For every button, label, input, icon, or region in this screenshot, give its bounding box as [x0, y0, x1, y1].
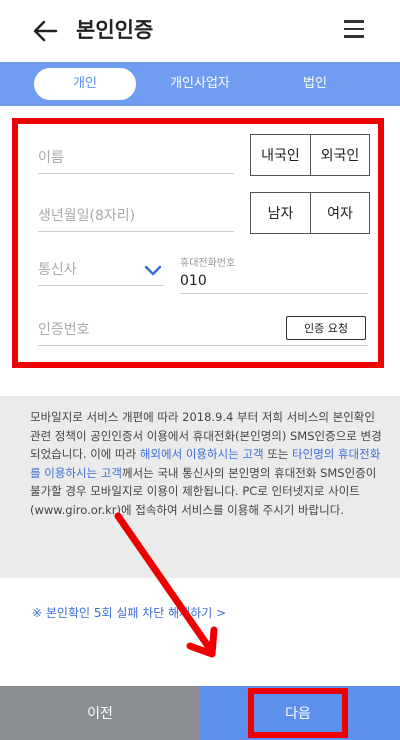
phone-field[interactable]: 휴대전화번호 010 — [180, 258, 368, 294]
tab-personal[interactable]: 개인 — [34, 68, 136, 100]
annotation-arrow — [114, 512, 218, 658]
bottom-bar: 이전 다음 — [0, 686, 400, 740]
phone-label: 휴대전화번호 — [180, 258, 236, 269]
tab-bar: 개인 개인사업자 법인 — [0, 62, 400, 106]
next-button[interactable]: 다음 — [200, 686, 400, 740]
chevron-down-icon — [144, 265, 162, 276]
foreigner-option[interactable]: 외국인 — [310, 135, 369, 175]
carrier-placeholder: 통신사 — [38, 262, 77, 278]
app-header: 본인인증 — [0, 0, 400, 62]
carrier-select[interactable]: 통신사 — [38, 256, 164, 286]
page-title: 본인인증 — [76, 18, 154, 42]
notice-box: 모바일지로 서비스 개편에 따라 2018.9.4 부터 저희 서비스의 본인확… — [0, 396, 400, 578]
notice-text-2: 또는 — [263, 447, 293, 461]
identity-form: 이름 내국인 외국인 생년월일(8자리) 남자 여자 통신사 휴대전화번호 01… — [12, 118, 384, 368]
female-option[interactable]: 여자 — [310, 193, 369, 233]
cert-number-placeholder: 인증번호 — [38, 322, 90, 338]
birthdate-field[interactable]: 생년월일(8자리) — [38, 202, 234, 232]
unblock-auth-link[interactable]: ※ 본인확인 5회 실패 차단 해제하기 > — [32, 604, 226, 621]
sex-toggle: 남자 여자 — [250, 192, 370, 234]
cert-number-field[interactable]: 인증번호 인증 요청 — [38, 316, 368, 346]
birthdate-placeholder: 생년월일(8자리) — [38, 208, 136, 224]
domestic-option[interactable]: 내국인 — [251, 135, 310, 175]
nationality-toggle: 내국인 외국인 — [250, 134, 370, 176]
back-arrow-icon[interactable] — [30, 16, 60, 46]
cert-request-button[interactable]: 인증 요청 — [286, 316, 366, 340]
name-placeholder: 이름 — [38, 150, 64, 166]
male-option[interactable]: 남자 — [251, 193, 310, 233]
next-button-label: 다음 — [248, 688, 348, 738]
prev-button[interactable]: 이전 — [0, 686, 200, 740]
hamburger-menu-icon[interactable] — [344, 20, 366, 40]
phone-value: 010 — [180, 273, 207, 289]
tab-corporation[interactable]: 법인 — [270, 68, 360, 100]
tab-sole-proprietor[interactable]: 개인사업자 — [150, 68, 250, 100]
notice-highlight-1: 해외에서 이용하시는 고객 — [139, 447, 264, 461]
name-field[interactable]: 이름 — [38, 144, 234, 174]
